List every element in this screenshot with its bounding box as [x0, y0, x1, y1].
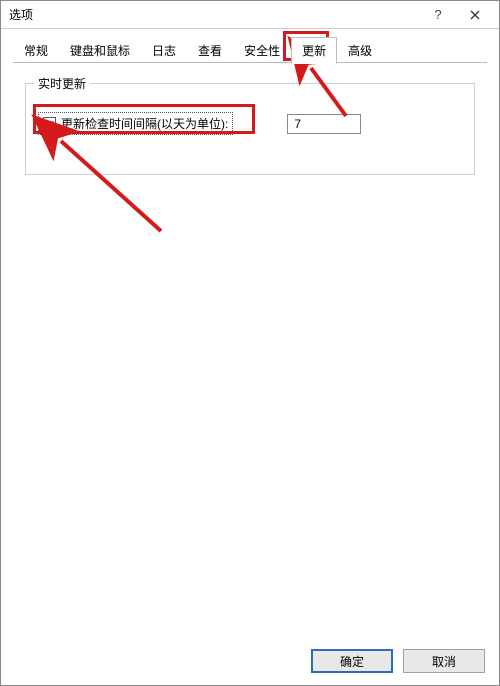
window-title: 选项: [9, 6, 421, 23]
tab-bar: 常规 键盘和鼠标 日志 查看 安全性 更新 高级: [1, 29, 499, 63]
interval-row: 更新检查时间间隔(以天为单位):: [38, 112, 462, 135]
close-icon: [470, 10, 480, 20]
titlebar: 选项 ?: [1, 1, 499, 29]
options-dialog: 选项 ? 常规 键盘和鼠标 日志 查看 安全性 更新 高级 实时更新 更新检查时…: [0, 0, 500, 686]
tab-advanced[interactable]: 高级: [337, 37, 383, 63]
group-legend: 实时更新: [34, 75, 90, 92]
dialog-buttons: 确定 取消: [311, 649, 485, 673]
interval-checkbox[interactable]: [43, 117, 56, 130]
tab-log[interactable]: 日志: [141, 37, 187, 63]
interval-checkbox-label: 更新检查时间间隔(以天为单位):: [61, 115, 228, 132]
interval-input[interactable]: [287, 114, 361, 134]
cancel-button[interactable]: 取消: [403, 649, 485, 673]
realtime-update-group: 实时更新 更新检查时间间隔(以天为单位):: [25, 83, 475, 175]
tab-keyboard[interactable]: 键盘和鼠标: [59, 37, 141, 63]
help-button[interactable]: ?: [421, 2, 455, 28]
tab-view[interactable]: 查看: [187, 37, 233, 63]
tab-content: 实时更新 更新检查时间间隔(以天为单位):: [13, 65, 487, 633]
tab-update[interactable]: 更新: [291, 37, 337, 64]
tab-security[interactable]: 安全性: [233, 37, 291, 63]
ok-button[interactable]: 确定: [311, 649, 393, 673]
close-button[interactable]: [455, 2, 495, 28]
check-icon: [45, 119, 55, 129]
tab-general[interactable]: 常规: [13, 37, 59, 63]
interval-checkbox-wrap[interactable]: 更新检查时间间隔(以天为单位):: [38, 112, 233, 135]
